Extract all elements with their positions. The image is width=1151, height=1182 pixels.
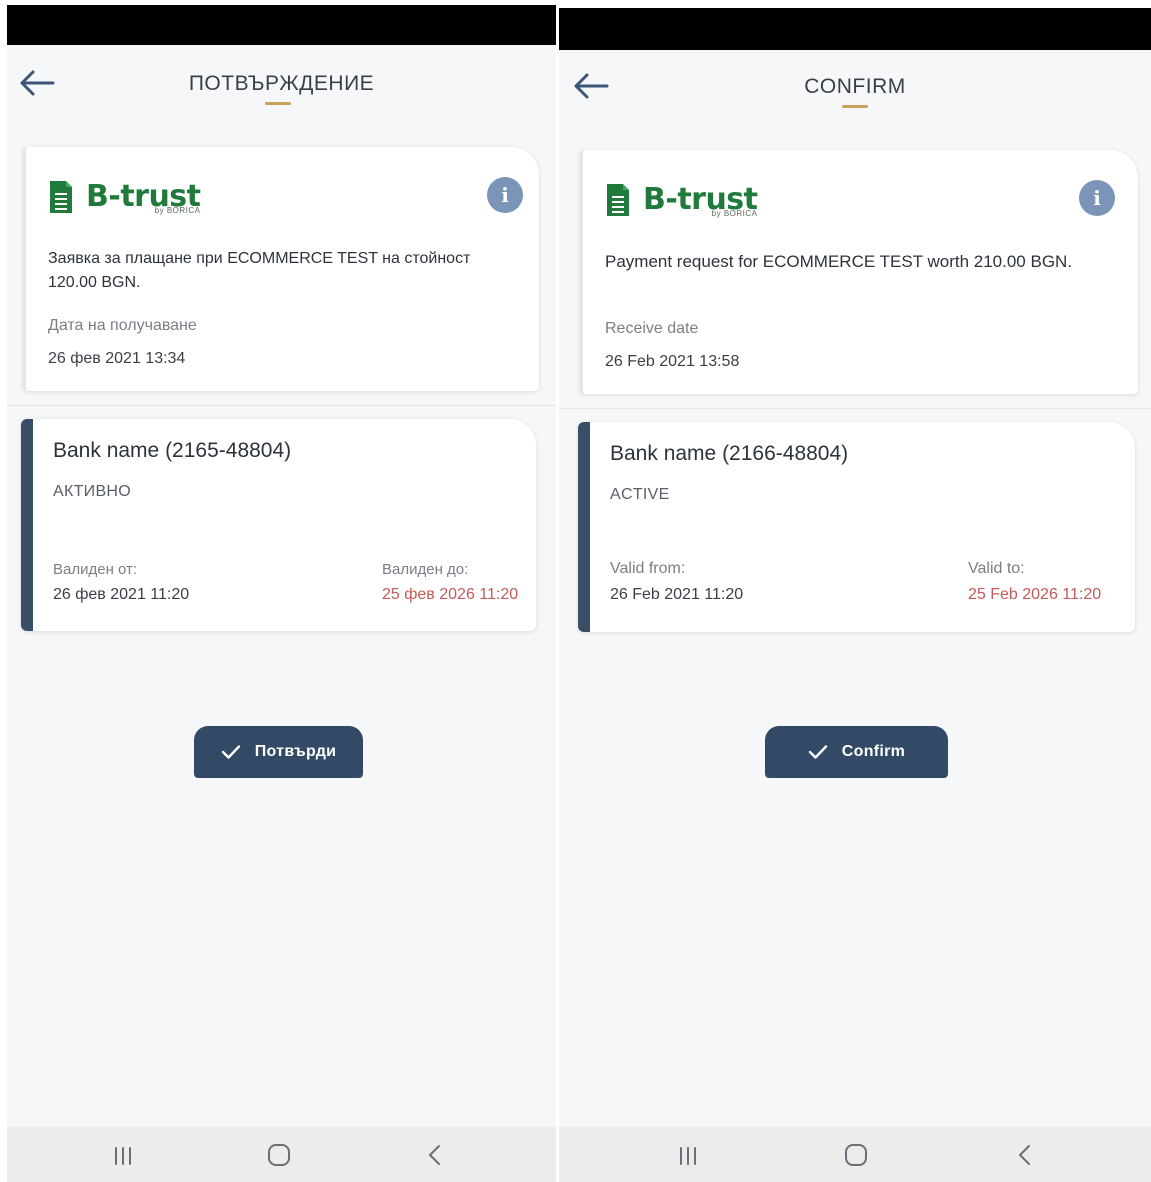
document-icon — [50, 181, 72, 213]
valid-from-label: Valid from: — [610, 560, 686, 577]
receive-date-value: 26 фев 2021 13:34 — [48, 350, 186, 367]
request-description: Заявка за плащане при ECOMMERCE TEST на … — [48, 250, 471, 291]
bank-status: АКТИВНО — [53, 483, 132, 500]
brand-logo: B-trust by BORICA — [48, 177, 201, 217]
phone-screen-bg: CONFIRM B-trust by BORICA i Payment requ… — [559, 8, 1151, 1182]
recent-apps-icon[interactable] — [103, 1139, 143, 1171]
bank-name: Bank name (2166-48804) — [610, 442, 849, 465]
brand-name: B-trust by BORICA — [643, 185, 758, 219]
page-title: CONFIRM — [804, 75, 906, 98]
title-underline — [842, 105, 868, 108]
status-bar — [7, 5, 556, 45]
confirm-button[interactable]: Confirm — [765, 726, 948, 778]
valid-to-value: 25 фев 2026 11:20 — [382, 586, 519, 603]
brand-logo: B-trust by BORICA — [605, 180, 758, 220]
info-icon[interactable]: i — [487, 177, 523, 213]
divider — [559, 408, 1151, 409]
receive-date-label: Receive date — [605, 320, 699, 337]
receive-date-value: 26 Feb 2021 13:58 — [605, 353, 740, 370]
phone-screen-bg: ПОТВЪРЖДЕНИЕ B-trust by BORICA i Заявка … — [7, 5, 556, 1182]
valid-to-label: Valid to: — [968, 560, 1025, 577]
home-icon[interactable] — [836, 1139, 876, 1171]
request-description: Payment request for ECOMMERCE TEST worth… — [605, 252, 1073, 271]
confirm-button[interactable]: Потвърди — [194, 726, 363, 778]
page-title: ПОТВЪРЖДЕНИЕ — [188, 72, 375, 95]
status-bar — [559, 8, 1151, 50]
payment-request-card: B-trust by BORICA i Заявка за плащане пр… — [23, 147, 539, 391]
valid-from-value: 26 фев 2021 11:20 — [53, 586, 190, 603]
bank-status: ACTIVE — [610, 486, 670, 503]
valid-from-label: Валиден от: — [53, 561, 138, 578]
bank-card[interactable]: Bank name (2165-48804) АКТИВНО Валиден о… — [21, 419, 536, 631]
home-icon[interactable] — [259, 1139, 299, 1171]
document-icon — [607, 184, 629, 216]
confirm-button-label: Confirm — [841, 743, 906, 760]
bank-name: Bank name (2165-48804) — [53, 439, 292, 462]
nav-back-icon[interactable] — [415, 1139, 455, 1171]
app-header: ПОТВЪРЖДЕНИЕ — [7, 50, 556, 120]
check-icon — [221, 745, 240, 759]
divider — [7, 405, 556, 406]
check-icon — [808, 745, 827, 759]
title-underline — [265, 102, 291, 105]
receive-date-label: Дата на получаване — [48, 317, 197, 334]
valid-from-value: 26 Feb 2021 11:20 — [610, 586, 744, 603]
valid-to-label: Валиден до: — [382, 561, 469, 578]
confirm-button-label: Потвърди — [254, 743, 337, 760]
brand-name: B-trust by BORICA — [86, 182, 201, 216]
recent-apps-icon[interactable] — [668, 1139, 708, 1171]
bank-card[interactable]: Bank name (2166-48804) ACTIVE Valid from… — [578, 422, 1135, 632]
nav-back-icon[interactable] — [1005, 1139, 1045, 1171]
app-header: CONFIRM — [559, 53, 1151, 123]
valid-to-value: 25 Feb 2026 11:20 — [968, 586, 1102, 603]
info-icon[interactable]: i — [1079, 180, 1115, 216]
system-nav-bar — [559, 1127, 1151, 1182]
payment-request-card: B-trust by BORICA i Payment request for … — [580, 150, 1138, 394]
brand-sub: by BORICA — [711, 209, 758, 218]
brand-sub: by BORICA — [154, 206, 201, 215]
system-nav-bar — [7, 1127, 556, 1182]
